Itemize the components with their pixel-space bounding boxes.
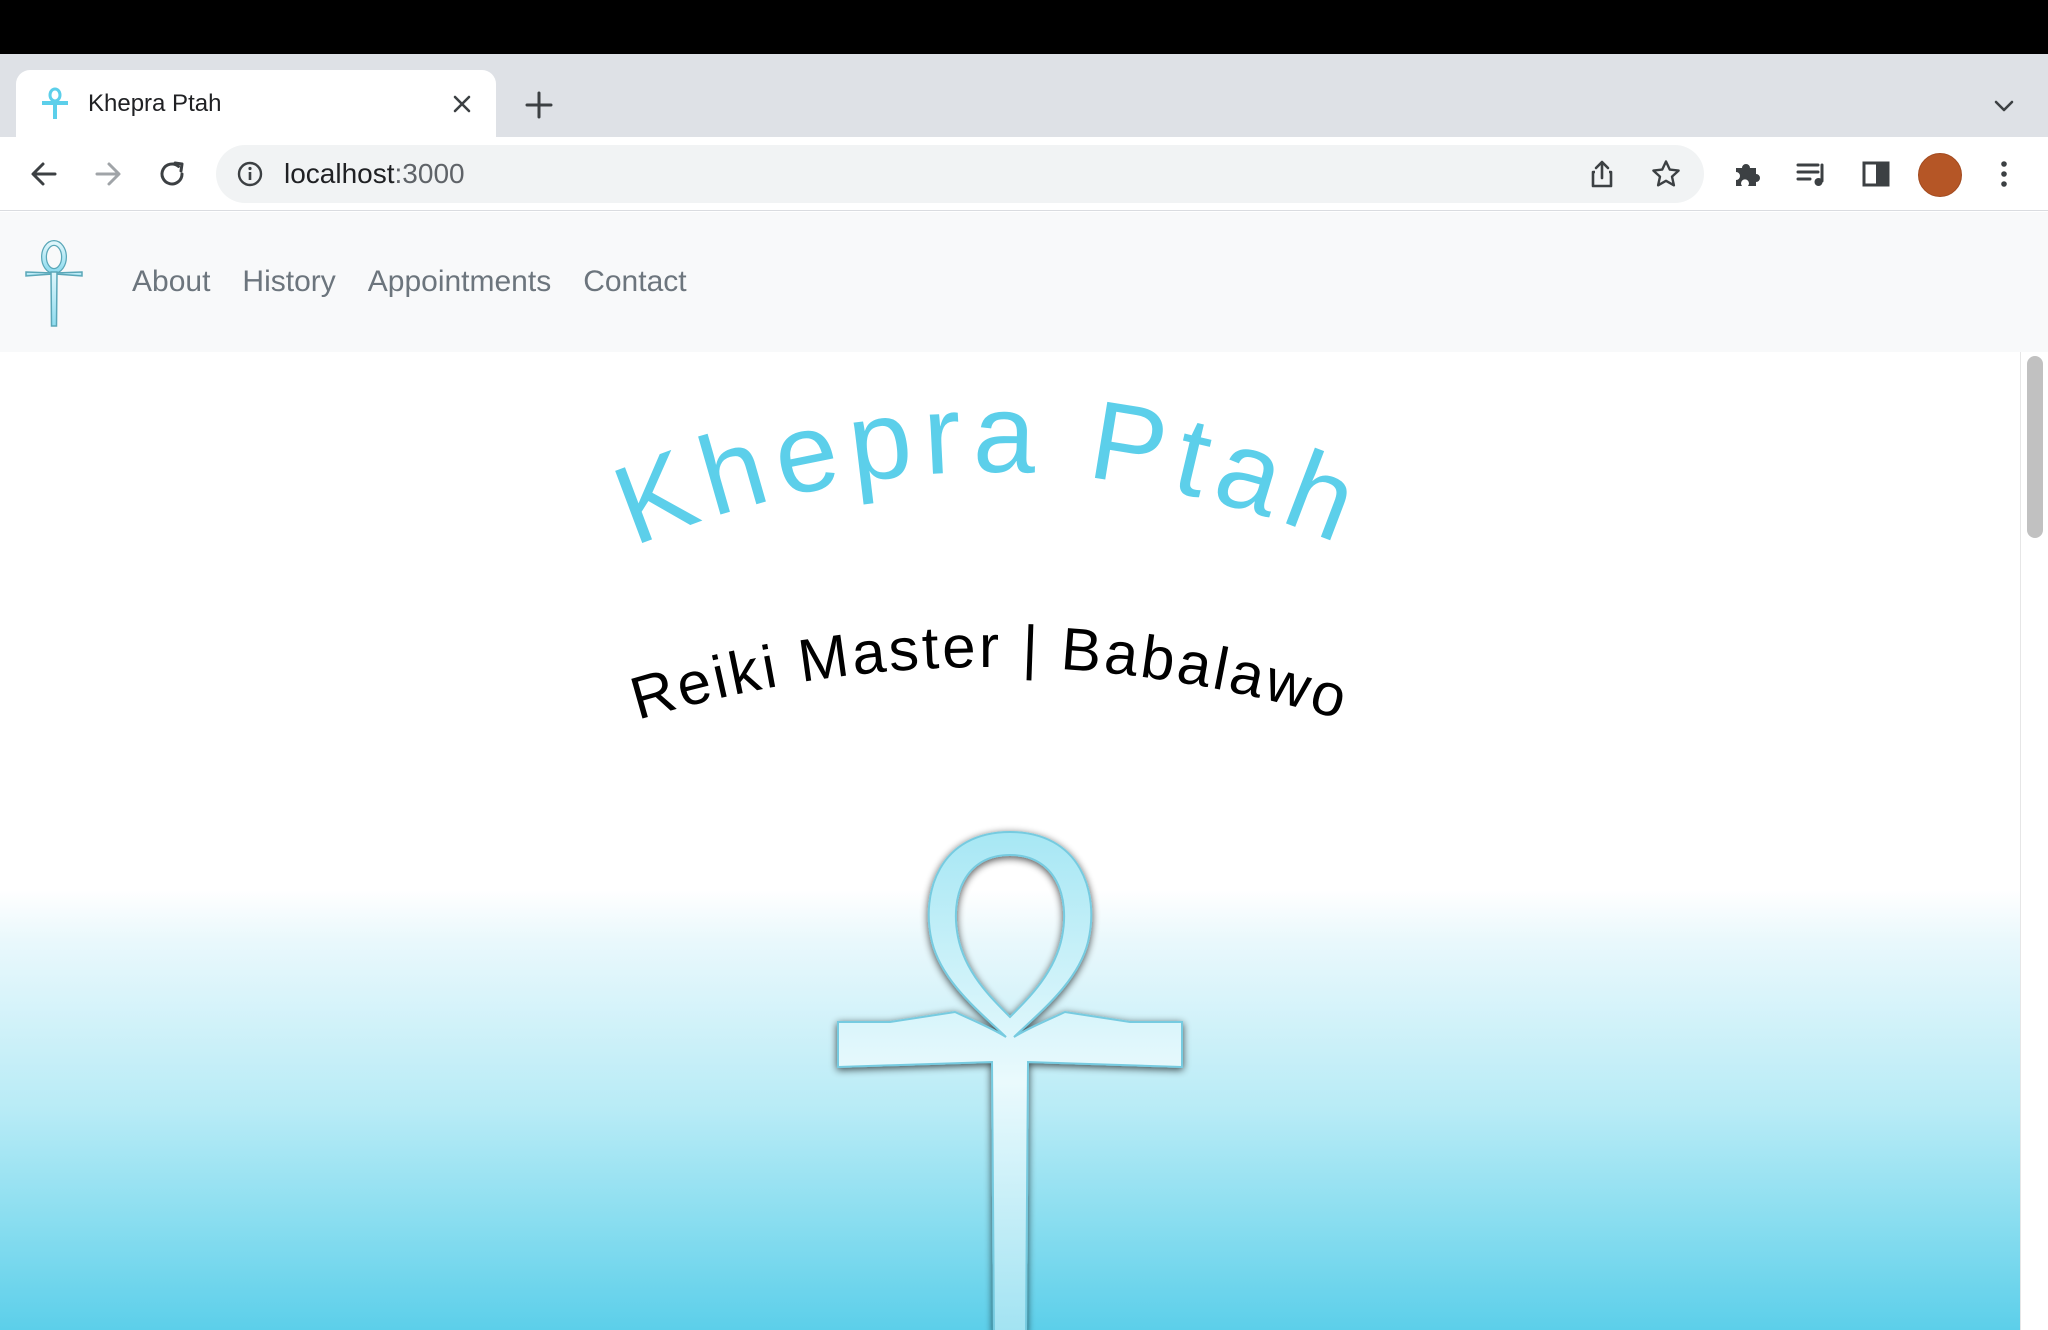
kebab-menu-icon[interactable] <box>1986 156 2022 192</box>
side-panel-icon[interactable] <box>1858 156 1894 192</box>
share-icon[interactable] <box>1586 158 1618 190</box>
nav-link-contact[interactable]: Contact <box>583 265 686 299</box>
window-top-bezel <box>0 0 2048 54</box>
site-title: Khepra Ptah <box>598 370 1372 562</box>
url-port: :3000 <box>394 158 465 189</box>
scrollbar-thumb[interactable] <box>2027 356 2043 538</box>
nav-link-appointments[interactable]: Appointments <box>368 265 551 299</box>
ankh-icon <box>42 87 68 119</box>
arrow-right-icon[interactable] <box>89 155 127 193</box>
svg-text:Reiki Master | Babalawo: Reiki Master | Babalawo <box>623 613 1357 732</box>
close-icon[interactable] <box>448 90 476 118</box>
chevron-down-icon[interactable] <box>1990 92 2018 120</box>
tab-strip: Khepra Ptah <box>0 54 2048 137</box>
profile-avatar[interactable] <box>1918 153 1962 197</box>
plus-icon[interactable] <box>522 88 556 122</box>
nav-link-history[interactable]: History <box>242 265 335 299</box>
vertical-scrollbar[interactable] <box>2020 352 2048 1330</box>
info-icon[interactable] <box>236 160 264 188</box>
nav-link-about[interactable]: About <box>132 265 210 299</box>
url-text[interactable]: localhost:3000 <box>284 145 465 203</box>
site-subtitle: Reiki Master | Babalawo <box>623 613 1357 732</box>
site-subtitle-text: Reiki Master | Babalawo <box>623 613 1354 732</box>
ankh-icon[interactable] <box>24 238 84 328</box>
star-icon[interactable] <box>1650 158 1682 190</box>
site-navbar: About History Appointments Contact <box>0 212 2048 352</box>
reload-icon[interactable] <box>153 155 191 193</box>
browser-toolbar: localhost:3000 <box>0 137 2048 211</box>
arrow-left-icon[interactable] <box>25 155 63 193</box>
tab-title: Khepra Ptah <box>88 90 222 117</box>
puzzle-icon[interactable] <box>1730 156 1766 192</box>
page-viewport: About History Appointments Contact Khepr… <box>0 212 2048 1330</box>
url-host: localhost <box>284 158 395 189</box>
tab-khepra-ptah[interactable]: Khepra Ptah <box>16 70 496 137</box>
hero-section: Khepra Ptah Reiki Master | Babalawo <box>0 352 2020 1330</box>
ankh-icon <box>837 830 1183 1330</box>
media-queue-icon[interactable] <box>1794 156 1830 192</box>
nav-links: About History Appointments Contact <box>132 212 719 352</box>
address-bar[interactable]: localhost:3000 <box>216 145 1704 203</box>
